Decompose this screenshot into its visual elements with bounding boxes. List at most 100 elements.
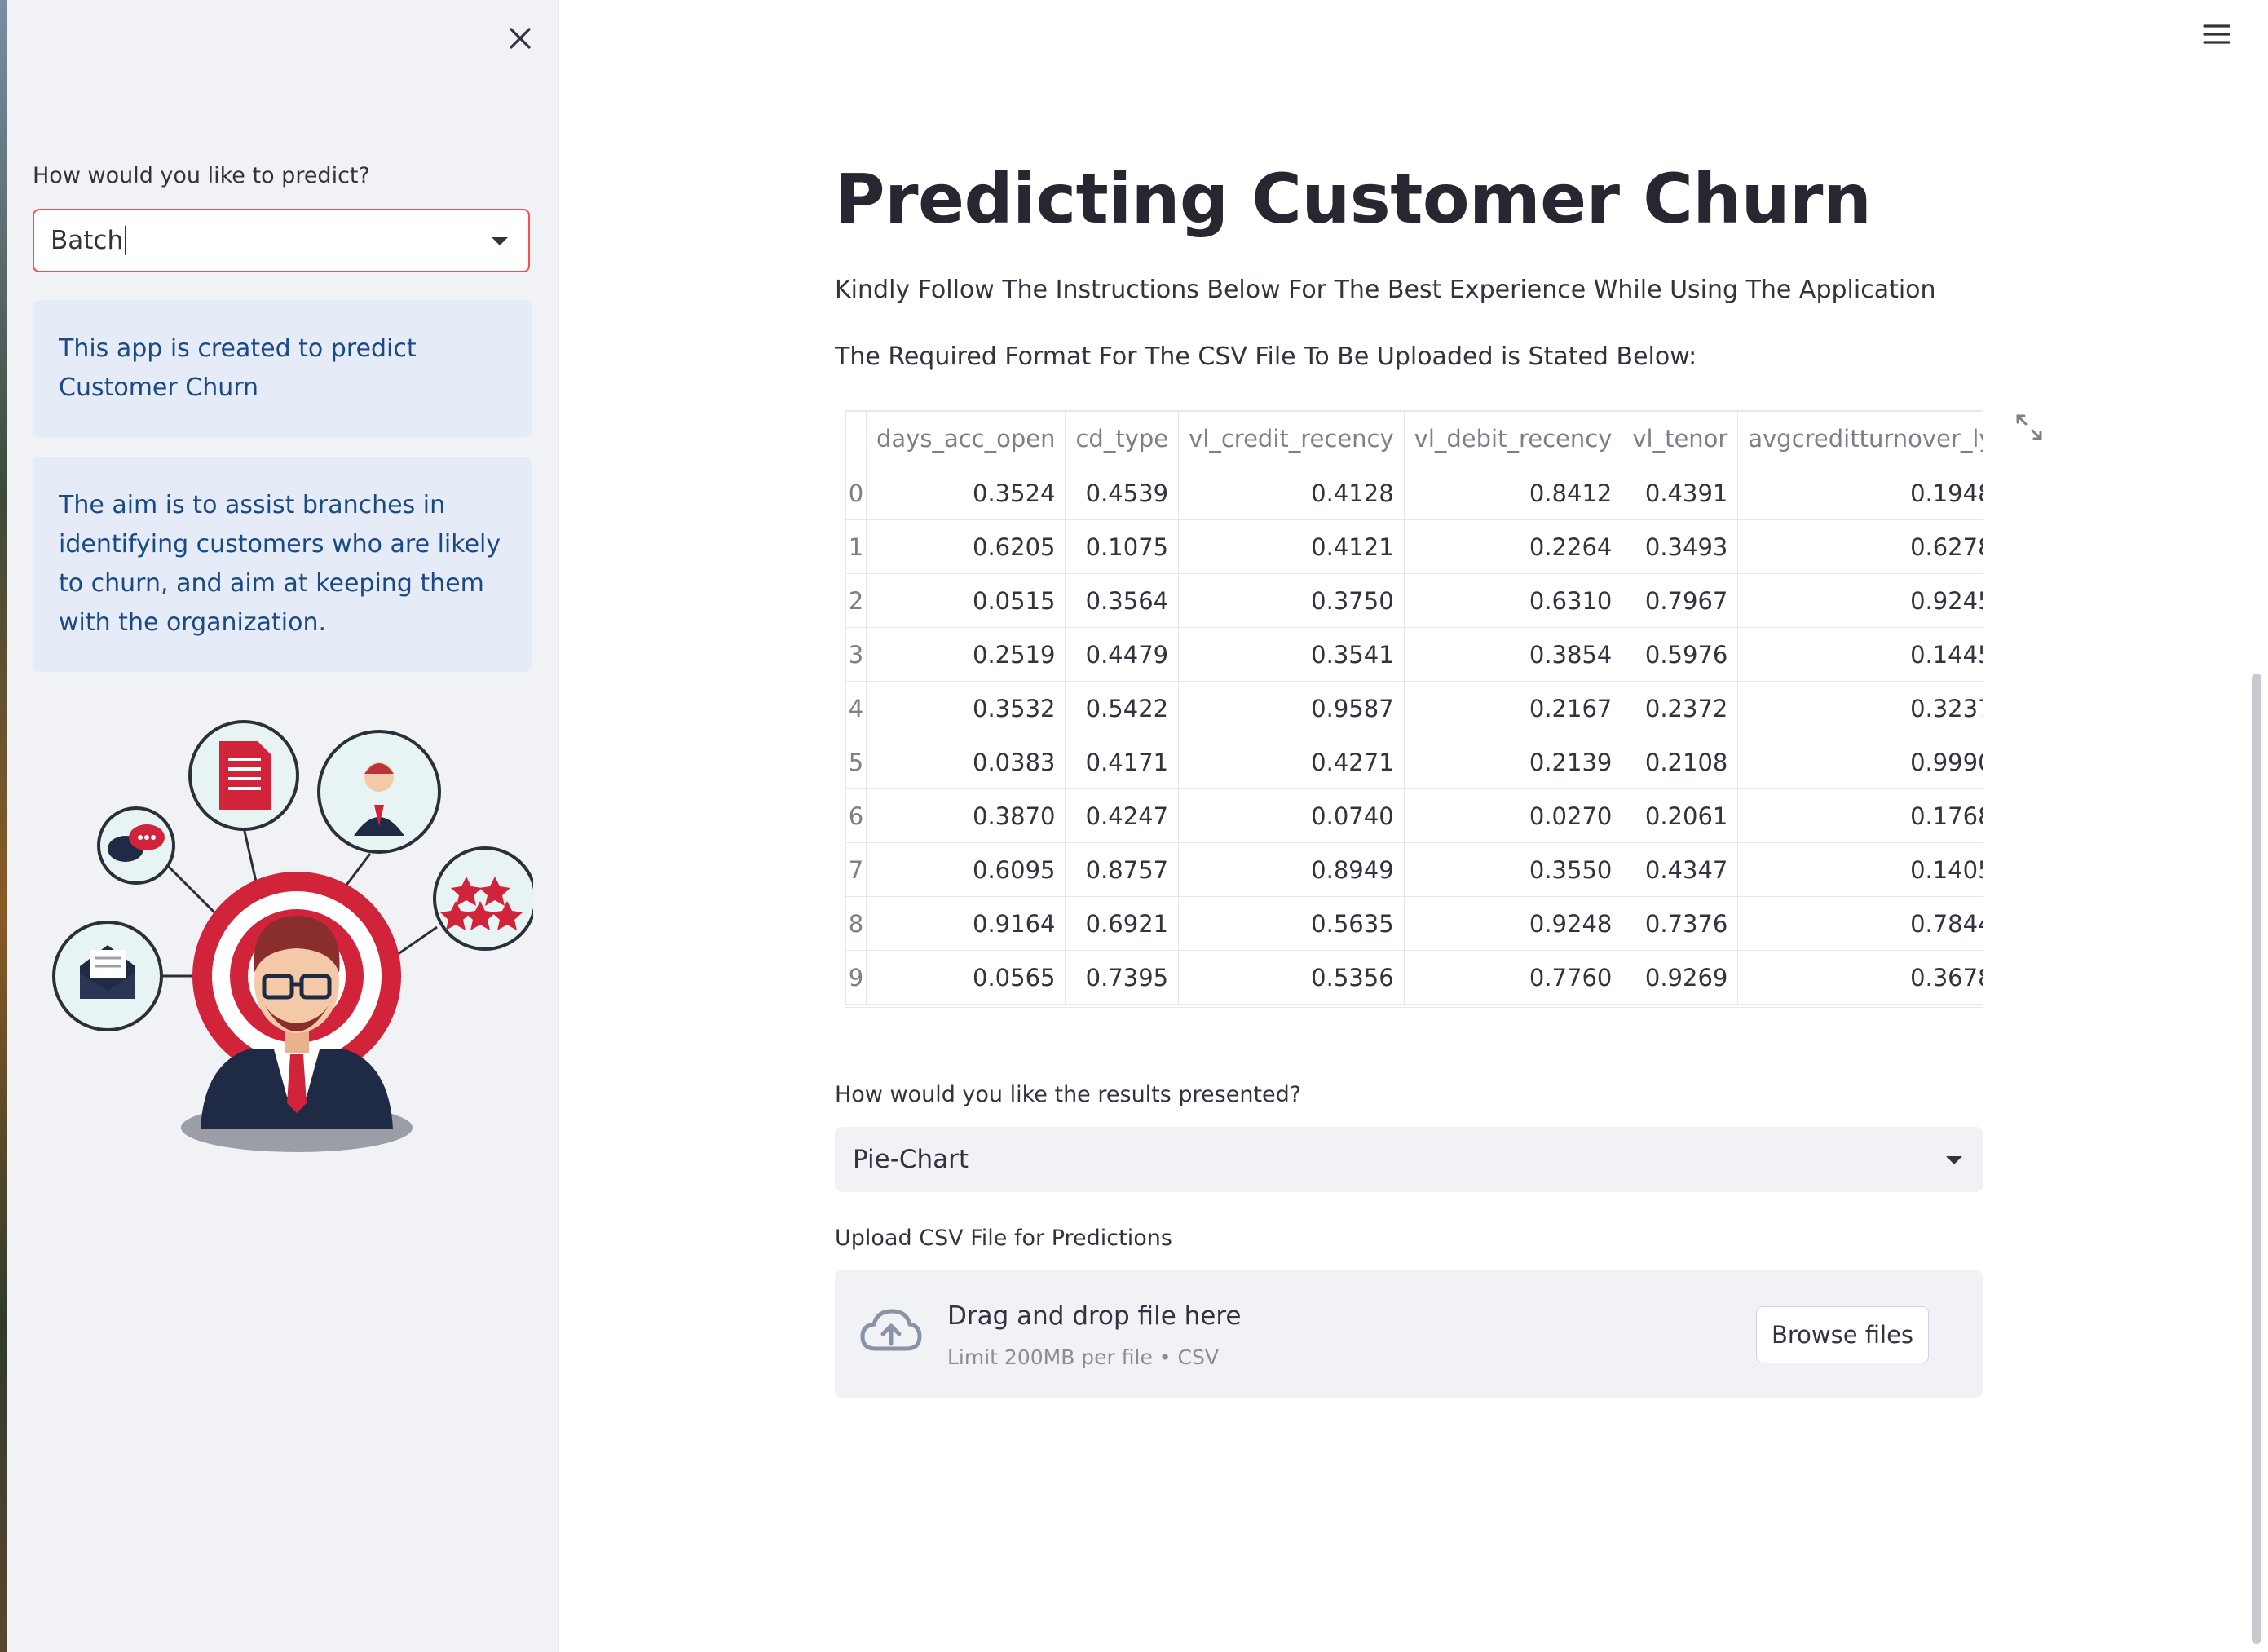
table-cell[interactable]: 0.9164 (865, 896, 1066, 951)
row-index[interactable]: 9 (845, 950, 867, 1005)
table-cell[interactable]: 0.4247 (1065, 788, 1180, 843)
table-cell[interactable]: 0.0383 (865, 735, 1066, 789)
table-cell[interactable]: 0.1075 (1065, 519, 1180, 574)
column-header[interactable]: vl_debit_recency (1403, 411, 1623, 466)
predict-mode-select[interactable]: Batch (33, 209, 530, 272)
dropzone-limit: Limit 200MB per file • CSV (947, 1345, 1219, 1369)
table-cell[interactable]: 0.3678 (1737, 950, 1983, 1005)
table-cell[interactable]: 0.6310 (1403, 573, 1623, 628)
file-dropzone[interactable]: Drag and drop file here Limit 200MB per … (835, 1270, 1983, 1398)
info-text-purpose: This app is created to predict Customer … (59, 334, 417, 402)
row-index[interactable]: 2 (845, 573, 867, 628)
table-cell[interactable]: 0.9990 (1737, 735, 1983, 789)
column-header[interactable]: days_acc_open (865, 411, 1066, 466)
table-cell[interactable]: 0.4347 (1622, 842, 1739, 897)
page-title: Predicting Customer Churn (835, 159, 1872, 239)
chevron-down-icon (1946, 1156, 1962, 1164)
close-icon (510, 28, 531, 49)
table-cell[interactable]: 0.3870 (865, 788, 1066, 843)
table-cell[interactable]: 0.8757 (1065, 842, 1180, 897)
table-cell[interactable]: 0.6205 (865, 519, 1066, 574)
browse-files-button[interactable]: Browse files (1756, 1306, 1929, 1363)
table-cell[interactable]: 0.3524 (865, 466, 1066, 520)
row-index[interactable]: 8 (845, 896, 867, 951)
table-cell[interactable]: 0.0565 (865, 950, 1066, 1005)
column-header[interactable]: vl_tenor (1622, 411, 1739, 466)
table-cell[interactable]: 0.3493 (1622, 519, 1739, 574)
table-cell[interactable]: 0.4539 (1065, 466, 1180, 520)
row-index[interactable]: 4 (845, 681, 867, 735)
column-header[interactable]: vl_credit_recency (1178, 411, 1405, 466)
table-cell[interactable]: 0.4128 (1178, 466, 1405, 520)
table-cell[interactable]: 0.5422 (1065, 681, 1180, 735)
row-index[interactable]: 0 (845, 466, 867, 520)
table-cell[interactable]: 0.2139 (1403, 735, 1623, 789)
table-cell[interactable]: 0.3550 (1403, 842, 1623, 897)
dropzone-title: Drag and drop file here (947, 1301, 1242, 1331)
table-cell[interactable]: 0.3532 (865, 681, 1066, 735)
results-format-select[interactable]: Pie-Chart (835, 1127, 1983, 1192)
row-index[interactable]: 6 (845, 788, 867, 843)
table-cell[interactable]: 0.4479 (1065, 627, 1180, 682)
table-cell[interactable]: 0.0740 (1178, 788, 1405, 843)
table-cell[interactable]: 0.0270 (1403, 788, 1623, 843)
table-row: 80.91640.69210.56350.92480.73760.7844 (845, 896, 1983, 951)
index-header[interactable] (845, 411, 867, 466)
table-cell[interactable]: 0.7844 (1737, 896, 1983, 951)
sidebar: How would you like to predict? Batch Thi… (7, 0, 559, 1652)
table-cell[interactable]: 0.4391 (1622, 466, 1739, 520)
customer-target-illustration (52, 720, 533, 1152)
table-cell[interactable]: 0.1445 (1737, 627, 1983, 682)
table-cell[interactable]: 0.9269 (1622, 950, 1739, 1005)
table-cell[interactable]: 0.0515 (865, 573, 1066, 628)
table-row: 70.60950.87570.89490.35500.43470.1405 (845, 842, 1983, 897)
table-cell[interactable]: 0.9587 (1178, 681, 1405, 735)
row-index[interactable]: 5 (845, 735, 867, 789)
table-cell[interactable]: 0.6278 (1737, 519, 1983, 574)
table-cell[interactable]: 0.7376 (1622, 896, 1739, 951)
table-cell[interactable]: 0.7967 (1622, 573, 1739, 628)
table-cell[interactable]: 0.2372 (1622, 681, 1739, 735)
close-sidebar-button[interactable] (501, 20, 539, 57)
table-cell[interactable]: 0.7395 (1065, 950, 1180, 1005)
table-cell[interactable]: 0.9245 (1737, 573, 1983, 628)
table-cell[interactable]: 0.1405 (1737, 842, 1983, 897)
table-cell[interactable]: 0.2061 (1622, 788, 1739, 843)
column-header[interactable]: avgcreditturnover_ly (1737, 411, 1983, 466)
table-cell[interactable]: 0.5635 (1178, 896, 1405, 951)
sample-dataframe[interactable]: days_acc_open cd_type vl_credit_recency vl_… (845, 410, 1983, 1008)
table-cell[interactable]: 0.2519 (865, 627, 1066, 682)
info-box-aim: The aim is to assist branches in identif… (33, 457, 532, 672)
column-header[interactable]: cd_type (1065, 411, 1180, 466)
results-format-value: Pie-Chart (853, 1145, 969, 1174)
table-cell[interactable]: 0.8949 (1178, 842, 1405, 897)
row-index[interactable]: 3 (845, 627, 867, 682)
table-cell[interactable]: 0.1768 (1737, 788, 1983, 843)
row-index[interactable]: 1 (845, 519, 867, 574)
table-cell[interactable]: 0.8412 (1403, 466, 1623, 520)
table-cell[interactable]: 0.3564 (1065, 573, 1180, 628)
fullscreen-icon[interactable] (2015, 413, 2043, 441)
table-cell[interactable]: 0.2108 (1622, 735, 1739, 789)
results-format-label: How would you like the results presented… (835, 1082, 1302, 1107)
table-cell[interactable]: 0.4171 (1065, 735, 1180, 789)
table-cell[interactable]: 0.2167 (1403, 681, 1623, 735)
table-cell[interactable]: 0.6095 (865, 842, 1066, 897)
table-cell[interactable]: 0.4271 (1178, 735, 1405, 789)
table-cell[interactable]: 0.3854 (1403, 627, 1623, 682)
hamburger-menu-icon[interactable] (2203, 23, 2230, 46)
table-cell[interactable]: 0.3237 (1737, 681, 1983, 735)
table-cell[interactable]: 0.3750 (1178, 573, 1405, 628)
table-cell[interactable]: 0.7760 (1403, 950, 1623, 1005)
table-cell[interactable]: 0.1948 (1737, 466, 1983, 520)
table-cell[interactable]: 0.4121 (1178, 519, 1405, 574)
row-index[interactable]: 7 (845, 842, 867, 897)
table-cell[interactable]: 0.5356 (1178, 950, 1405, 1005)
table-cell[interactable]: 0.5976 (1622, 627, 1739, 682)
table-cell[interactable]: 0.3541 (1178, 627, 1405, 682)
table-cell[interactable]: 0.6921 (1065, 896, 1180, 951)
scrollbar[interactable] (2252, 674, 2261, 1644)
table-cell[interactable]: 0.2264 (1403, 519, 1623, 574)
table-cell[interactable]: 0.9248 (1403, 896, 1623, 951)
upload-label: Upload CSV File for Predictions (835, 1226, 1172, 1251)
